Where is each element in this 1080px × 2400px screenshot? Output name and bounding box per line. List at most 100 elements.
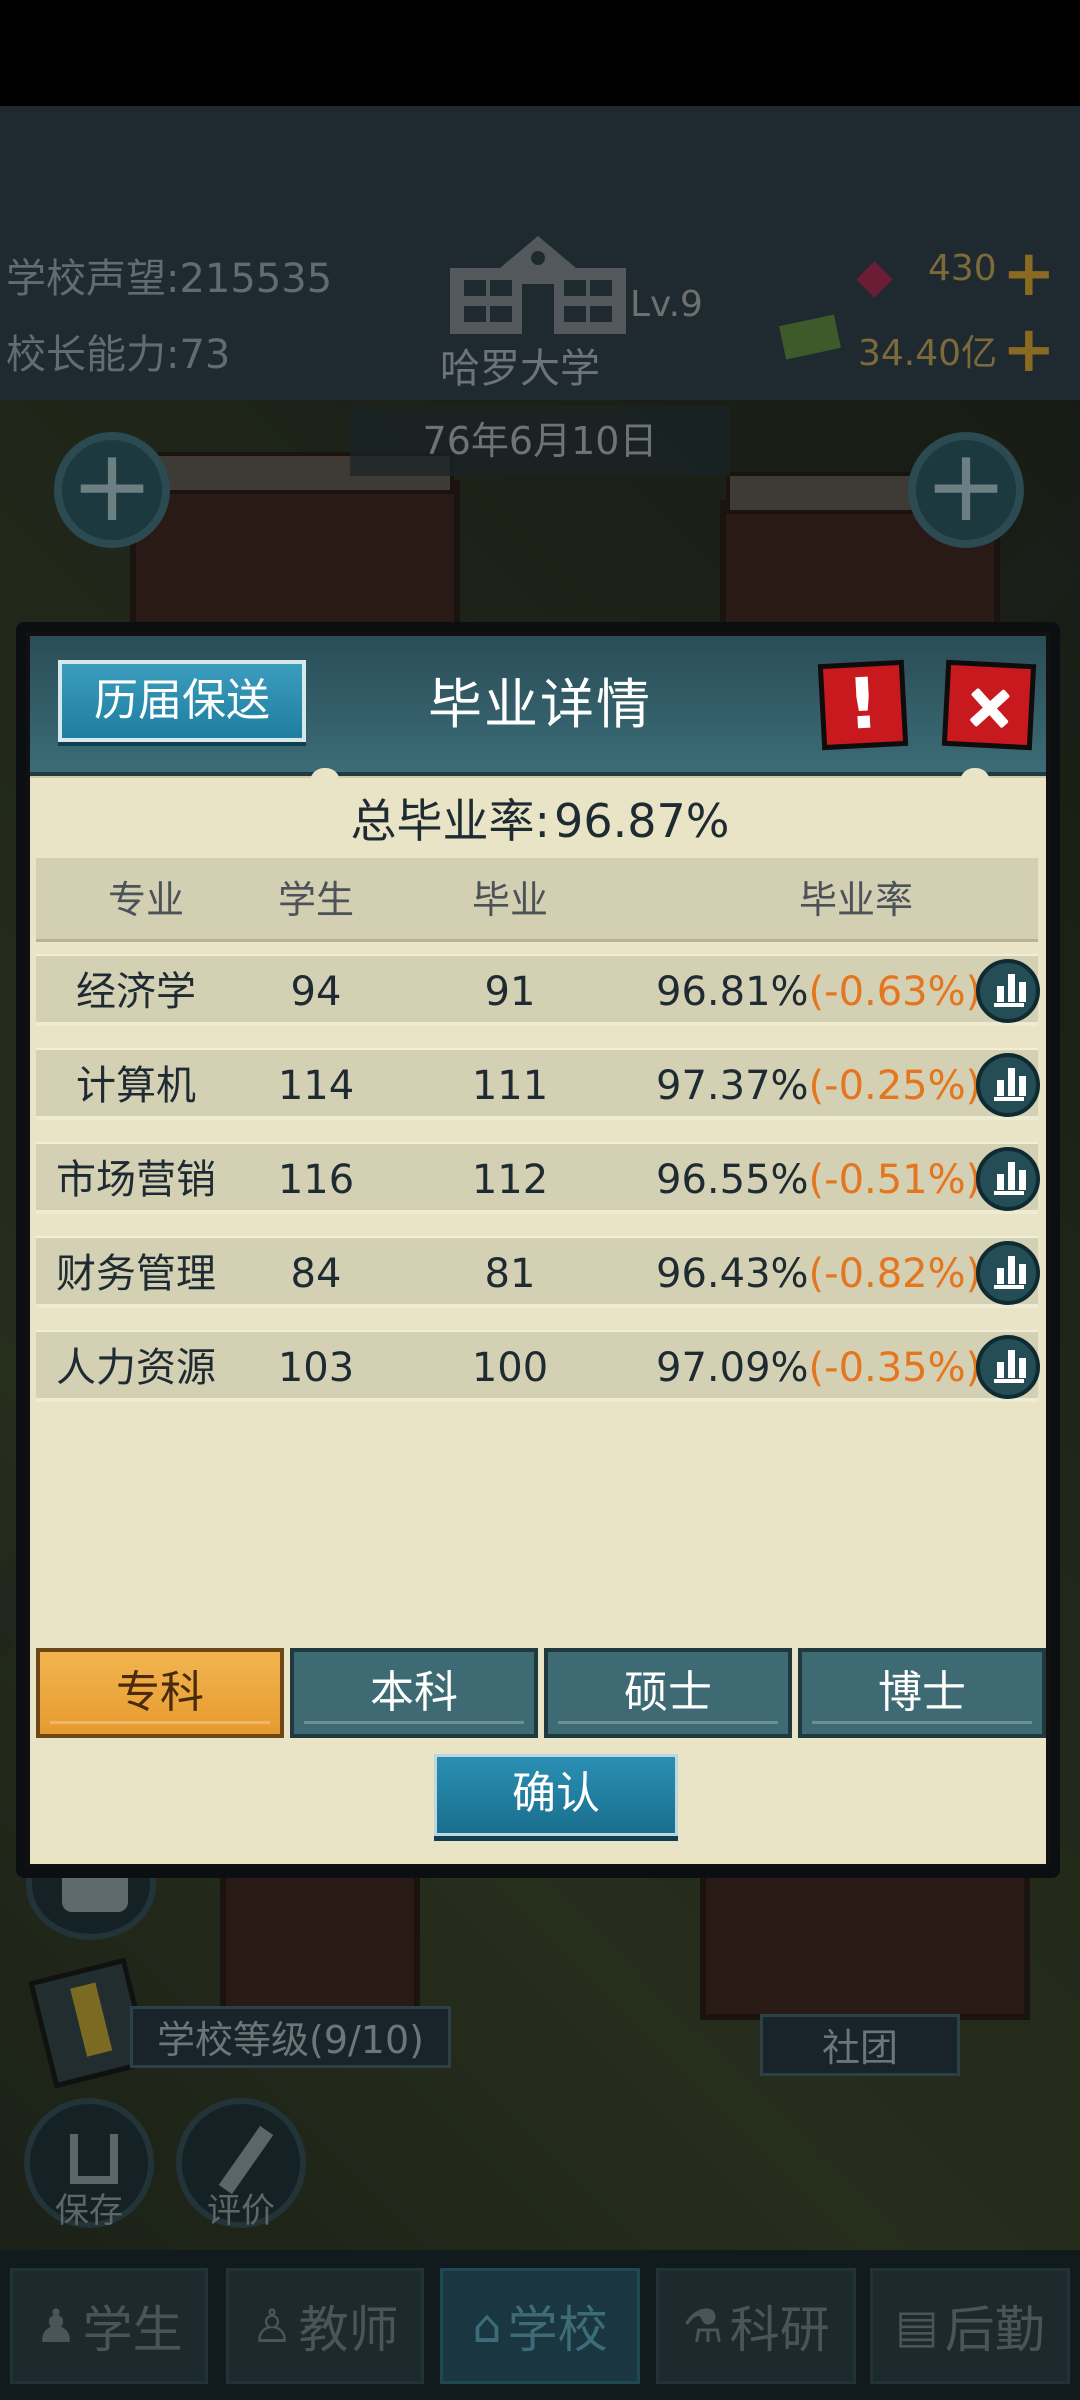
students-cell: 103 xyxy=(277,1345,355,1391)
bar-chart-icon[interactable] xyxy=(976,1335,1040,1399)
rate-delta: (-0.63%) xyxy=(808,969,982,1015)
nav-logistics-label: 后勤 xyxy=(944,2301,1045,2359)
rate-value: 96.43% xyxy=(656,1251,809,1297)
major-cell: 经济学 xyxy=(76,969,196,1015)
ability-label: 校长能力: xyxy=(6,332,180,378)
major-cell: 财务管理 xyxy=(56,1251,216,1297)
add-gems-plus-icon[interactable]: + xyxy=(1002,242,1056,306)
major-cell: 人力资源 xyxy=(56,1345,216,1391)
nav-teachers[interactable]: ♙ 教师 xyxy=(226,2268,424,2384)
history-recommend-button[interactable]: 历届保送 xyxy=(58,660,306,742)
school-icon: ⌂ xyxy=(472,2299,502,2353)
column-header-graduates: 毕业 xyxy=(471,878,548,922)
rate-cell: 96.43%(-0.82%) xyxy=(656,1238,981,1310)
confirm-button[interactable]: 确认 xyxy=(434,1754,678,1836)
dialog-title: 毕业详情 xyxy=(428,673,652,736)
info-alert-button[interactable]: ! xyxy=(817,659,909,751)
download-icon xyxy=(70,2134,118,2184)
table-row: 计算机 114 111 97.37%(-0.25%) xyxy=(36,1048,1040,1122)
tab-master[interactable]: 硕士 xyxy=(544,1648,792,1738)
rate-value: 97.37% xyxy=(656,1063,809,1109)
total-rate-value: 96.87% xyxy=(554,794,730,848)
major-cell: 市场营销 xyxy=(56,1157,216,1203)
rate-cell: 96.81%(-0.63%) xyxy=(656,956,981,1028)
rate-cell: 97.37%(-0.25%) xyxy=(656,1050,981,1122)
graduation-details-dialog: 历届保送 毕业详情 ! 总毕业率:96.87% 专业 学生 毕业 毕业率 经济学… xyxy=(16,622,1060,1878)
nav-school[interactable]: ⌂ 学校 xyxy=(440,2268,640,2384)
logistics-icon: ▤ xyxy=(895,2299,939,2353)
rate-cell: 97.09%(-0.35%) xyxy=(656,1332,981,1404)
left-add-button[interactable]: + xyxy=(54,432,170,548)
table-header: 专业 学生 毕业 毕业率 xyxy=(36,858,1038,942)
school-grade-label[interactable]: 学校等级(9/10) xyxy=(130,2006,451,2068)
review-button[interactable]: 评价 xyxy=(176,2098,306,2231)
rate-delta: (-0.25%) xyxy=(808,1063,982,1109)
major-cell: 计算机 xyxy=(76,1063,196,1109)
game-date: 76年6月10日 xyxy=(350,406,730,476)
status-bar xyxy=(0,0,1080,106)
students-cell: 84 xyxy=(290,1251,342,1297)
bar-chart-icon[interactable] xyxy=(976,1147,1040,1211)
dialog-header: 历届保送 毕业详情 ! xyxy=(30,636,1046,778)
nav-students-label: 学生 xyxy=(82,2301,183,2359)
school-name: 哈罗大学 xyxy=(440,346,600,392)
student-icon: ♟ xyxy=(35,2299,77,2353)
bar-chart-icon[interactable] xyxy=(976,1053,1040,1117)
save-label: 保存 xyxy=(55,2191,123,2231)
bar-chart-icon[interactable] xyxy=(976,959,1040,1023)
right-add-button[interactable]: + xyxy=(908,432,1024,548)
rate-value: 96.81% xyxy=(656,969,809,1015)
ability-value: 73 xyxy=(179,332,231,378)
column-header-rate: 毕业率 xyxy=(798,878,913,922)
tab-doctor[interactable]: 博士 xyxy=(798,1648,1046,1738)
gem-icon: ◆ xyxy=(856,248,893,304)
nav-research[interactable]: ⚗ 科研 xyxy=(656,2268,856,2384)
teacher-icon: ♙ xyxy=(251,2299,293,2353)
total-rate-label: 总毕业率: xyxy=(350,794,551,848)
school-building-icon xyxy=(450,236,626,334)
rate-delta: (-0.51%) xyxy=(808,1157,982,1203)
table-row: 人力资源 103 100 97.09%(-0.35%) xyxy=(36,1330,1040,1404)
table-row: 经济学 94 91 96.81%(-0.63%) xyxy=(36,954,1040,1028)
students-cell: 94 xyxy=(290,969,342,1015)
rate-delta: (-0.82%) xyxy=(808,1251,982,1297)
research-icon: ⚗ xyxy=(682,2299,724,2353)
gem-count: 430 xyxy=(928,248,997,289)
reputation-stat: 学校声望:215535 xyxy=(6,246,332,304)
table-row: 财务管理 84 81 96.43%(-0.82%) xyxy=(36,1236,1040,1310)
total-graduation-rate: 总毕业率:96.87% xyxy=(30,786,1046,856)
ability-stat: 校长能力:73 xyxy=(6,322,230,380)
nav-research-label: 科研 xyxy=(729,2301,830,2359)
graduates-cell: 81 xyxy=(484,1251,536,1297)
students-cell: 116 xyxy=(277,1157,355,1203)
rate-delta: (-0.35%) xyxy=(808,1345,982,1391)
graduates-cell: 91 xyxy=(484,969,536,1015)
students-cell: 114 xyxy=(277,1063,355,1109)
nav-logistics[interactable]: ▤ 后勤 xyxy=(870,2268,1070,2384)
money-amount: 34.40亿 xyxy=(858,333,998,374)
review-label: 评价 xyxy=(207,2191,275,2231)
bottom-nav: ♟ 学生 ♙ 教师 ⌂ 学校 ⚗ 科研 ▤ 后勤 xyxy=(0,2250,1080,2400)
rate-cell: 96.55%(-0.51%) xyxy=(656,1144,981,1216)
bar-chart-icon[interactable] xyxy=(976,1241,1040,1305)
reputation-value: 215535 xyxy=(179,256,333,302)
club-button[interactable]: 社团 xyxy=(760,2014,960,2076)
column-header-major: 专业 xyxy=(107,878,184,922)
nav-students[interactable]: ♟ 学生 xyxy=(10,2268,208,2384)
save-button[interactable]: 保存 xyxy=(24,2098,154,2231)
graduates-cell: 111 xyxy=(471,1063,549,1109)
nav-school-label: 学校 xyxy=(507,2301,608,2359)
close-button[interactable] xyxy=(941,659,1037,751)
money-icon xyxy=(779,314,841,360)
add-money-plus-icon[interactable]: + xyxy=(1002,318,1056,382)
graduates-cell: 100 xyxy=(471,1345,549,1391)
dialog-body: 历届保送 毕业详情 ! 总毕业率:96.87% 专业 学生 毕业 毕业率 经济学… xyxy=(26,632,1050,1868)
tab-junior-college[interactable]: 专科 xyxy=(36,1648,284,1738)
level-text: Lv.9 xyxy=(630,284,703,325)
reputation-label: 学校声望: xyxy=(6,256,180,302)
table-row: 市场营销 116 112 96.55%(-0.51%) xyxy=(36,1142,1040,1216)
tab-bachelor[interactable]: 本科 xyxy=(290,1648,538,1738)
column-header-students: 学生 xyxy=(277,878,354,922)
graduates-cell: 112 xyxy=(471,1157,549,1203)
rate-value: 96.55% xyxy=(656,1157,809,1203)
